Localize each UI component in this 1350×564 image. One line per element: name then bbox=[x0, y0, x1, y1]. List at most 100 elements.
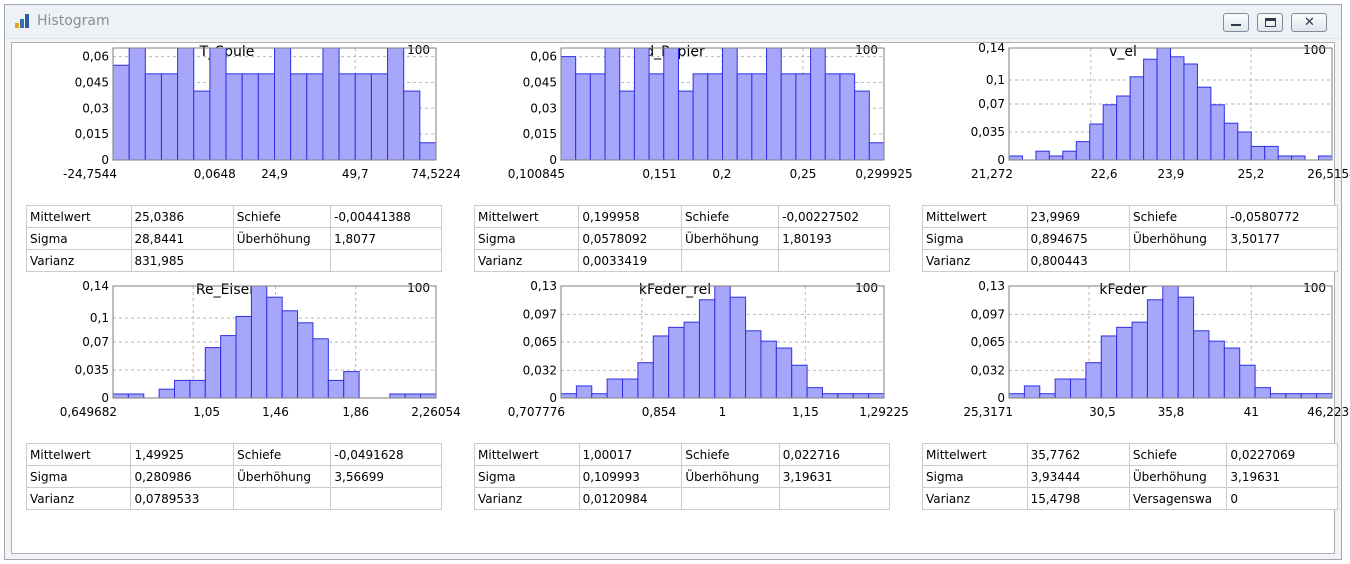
x-tick-label: 26,5154 bbox=[1307, 167, 1350, 181]
title-bar[interactable]: Histogram ✕ bbox=[5, 5, 1341, 39]
histogram-bar bbox=[575, 385, 593, 399]
stats-row: Mittelwert 1,00017 Schiefe 0,022716 bbox=[474, 443, 891, 466]
histogram-bar bbox=[1250, 145, 1266, 161]
histogram-bar bbox=[266, 296, 283, 399]
mean-label: Mittelwert bbox=[922, 443, 1028, 466]
x-tick-label: 74,5224 bbox=[411, 167, 461, 181]
histogram-panel-kfeder: kFeder 100 0,13 0,097 0,065 0,032 0 25,3171 30… bbox=[908, 279, 1350, 511]
histogram-bar bbox=[290, 73, 308, 161]
skew-value: -0,00441388 bbox=[330, 205, 442, 228]
excess-label: Überhöhung bbox=[233, 465, 332, 488]
histogram-bar bbox=[604, 47, 621, 161]
stats-row: Varianz 831,985 bbox=[26, 249, 442, 272]
x-tick-label: 1,05 bbox=[193, 405, 220, 419]
histogram-bar bbox=[722, 47, 738, 161]
x-tick-label: 22,6 bbox=[1091, 167, 1118, 181]
x-tick-label: 21,272 bbox=[971, 167, 1013, 181]
excess-label: Überhöhung bbox=[680, 227, 780, 250]
histogram-bar bbox=[1208, 340, 1225, 399]
histogram-panel-kfeder_rel: kFeder_rel 100 0,13 0,097 0,065 0,032 0 0,707… bbox=[460, 279, 909, 511]
skew-value: -0,00227502 bbox=[778, 205, 890, 228]
x-tick-label: 24,9 bbox=[261, 167, 288, 181]
histogram-bar bbox=[791, 364, 808, 399]
x-tick-label: 0,854 bbox=[642, 405, 676, 419]
variance-label: Varianz bbox=[473, 249, 580, 272]
x-tick-label: 2,26054 bbox=[411, 405, 461, 419]
histogram-bar bbox=[1223, 122, 1239, 161]
histogram-bar bbox=[419, 142, 437, 161]
excess-value: 3,56699 bbox=[330, 465, 442, 488]
histogram-bar bbox=[1116, 95, 1131, 161]
mean-value: 23,9969 bbox=[1026, 205, 1131, 228]
y-tick-label: 0 bbox=[101, 391, 109, 405]
x-tick-label: 0,0648 bbox=[194, 167, 236, 181]
variance-value: 0,0033419 bbox=[578, 249, 682, 272]
y-tick-label: 0 bbox=[549, 153, 557, 167]
histogram-bar bbox=[158, 388, 176, 399]
histogram-bar bbox=[1316, 393, 1333, 399]
minimize-button[interactable] bbox=[1223, 13, 1249, 32]
histogram-bar bbox=[575, 73, 591, 161]
histogram-bar bbox=[389, 393, 406, 399]
stats-table: Mittelwert 0,199958 Schiefe -0,00227502 Sigm… bbox=[473, 205, 890, 272]
restore-button[interactable] bbox=[1257, 13, 1283, 32]
histogram-bar bbox=[160, 73, 179, 161]
y-tick-label: 0,045 bbox=[523, 75, 557, 89]
skew-value: -0,0580772 bbox=[1226, 205, 1338, 228]
histogram-bar bbox=[1129, 76, 1145, 161]
sigma-label: Sigma bbox=[26, 227, 132, 250]
y-tick-label: 0 bbox=[549, 391, 557, 405]
histogram-bar bbox=[560, 56, 577, 161]
excess-value: 1,80193 bbox=[778, 227, 890, 250]
sigma-value: 28,8441 bbox=[130, 227, 234, 250]
histogram-bar bbox=[220, 335, 237, 399]
histogram-bar bbox=[839, 73, 856, 161]
sigma-value: 0,894675 bbox=[1026, 227, 1131, 250]
y-tick-label: 0,015 bbox=[75, 127, 109, 141]
histogram-bar bbox=[589, 73, 606, 161]
excess-label: Überhöhung bbox=[681, 465, 780, 488]
sigma-value: 0,280986 bbox=[130, 465, 235, 488]
window-title: Histogram bbox=[37, 13, 110, 29]
histogram-bar bbox=[403, 90, 421, 161]
histogram-bar bbox=[354, 73, 372, 161]
stats-row: Sigma 0,894675 Überhöhung 3,50177 bbox=[922, 227, 1338, 250]
histogram-bar bbox=[1156, 47, 1172, 161]
sigma-label: Sigma bbox=[474, 465, 580, 488]
x-tick-label: 25,2 bbox=[1238, 167, 1265, 181]
histogram-bar bbox=[327, 379, 345, 399]
histogram-bar bbox=[637, 362, 654, 399]
histogram-bar bbox=[274, 47, 292, 161]
stats-row: Mittelwert 23,9969 Schiefe -0,0580772 bbox=[922, 205, 1338, 228]
y-tick-label: 0,07 bbox=[978, 97, 1005, 111]
histogram-bar bbox=[824, 73, 841, 161]
mean-label: Mittelwert bbox=[474, 443, 580, 466]
histogram-bar bbox=[707, 73, 723, 161]
minimize-icon bbox=[1231, 24, 1241, 26]
y-tick-label: 0,03 bbox=[530, 101, 557, 115]
histogram-panel-v_el: v_el 100 0,14 0,1 0,07 0,035 0 21,272 22,6 23,9… bbox=[908, 41, 1350, 273]
x-tick-label: 1 bbox=[719, 405, 727, 419]
histogram-bar bbox=[1285, 393, 1302, 399]
stats-row: Mittelwert 35,7762 Schiefe 0,0227069 bbox=[922, 443, 1338, 466]
histogram-bar bbox=[338, 73, 356, 161]
empty-cell bbox=[681, 487, 780, 510]
histogram-bar bbox=[780, 73, 797, 161]
y-tick-label: 0,035 bbox=[971, 125, 1005, 139]
y-tick-label: 0 bbox=[101, 153, 109, 167]
stats-row: Varianz 0,0033419 bbox=[473, 249, 890, 272]
histogram-bar bbox=[766, 47, 782, 161]
x-tick-label: 0,25 bbox=[790, 167, 817, 181]
histogram-bar bbox=[795, 73, 812, 161]
stats-table: Mittelwert 1,49925 Schiefe -0,0491628 Sigma 0… bbox=[25, 443, 442, 510]
histogram-bar bbox=[1062, 150, 1077, 161]
skew-label: Schiefe bbox=[1128, 443, 1228, 466]
histogram-chart-kfeder_rel: 0,13 0,097 0,065 0,032 00,707776 0,854 1 1,15 1,… bbox=[508, 279, 909, 419]
histogram-bar bbox=[241, 73, 259, 161]
stats-table: Mittelwert 25,0386 Schiefe -0,00441388 Sigma… bbox=[26, 205, 442, 272]
sigma-value: 0,109993 bbox=[578, 465, 683, 488]
histogram-bar bbox=[1023, 385, 1041, 399]
close-button[interactable]: ✕ bbox=[1291, 13, 1327, 32]
histogram-bar bbox=[745, 330, 762, 399]
histogram-panel-re_eisen: Re_Eisen 100 0,14 0,1 0,07 0,035 0 0,649682 1,… bbox=[12, 279, 461, 511]
